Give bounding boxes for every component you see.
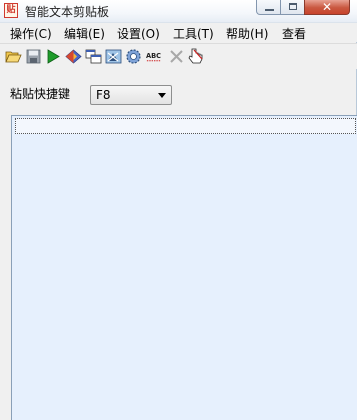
window-title: 智能文本剪贴板 bbox=[25, 5, 110, 19]
chevron-down-icon bbox=[158, 93, 166, 98]
close-button[interactable]: ✕ bbox=[304, 0, 350, 15]
maximize-button[interactable] bbox=[280, 0, 305, 15]
toolbar: ABC bbox=[0, 43, 357, 69]
play-icon bbox=[47, 48, 60, 64]
save-button[interactable] bbox=[24, 47, 42, 65]
hotkey-select[interactable]: F8 bbox=[90, 85, 172, 105]
window-image-icon bbox=[105, 49, 121, 63]
delete-button[interactable] bbox=[167, 47, 185, 65]
minimize-button[interactable] bbox=[256, 0, 281, 15]
run-button[interactable] bbox=[44, 47, 62, 65]
screen-button[interactable] bbox=[104, 47, 122, 65]
menu-tools[interactable]: 工具(T) bbox=[173, 25, 214, 42]
menu-operate[interactable]: 操作(C) bbox=[10, 25, 52, 42]
hotkey-value: F8 bbox=[96, 88, 111, 102]
clip-list[interactable] bbox=[11, 115, 357, 420]
list-item[interactable] bbox=[15, 118, 356, 134]
save-icon bbox=[26, 49, 40, 63]
app-window: 贴 智能文本剪贴板 ✕ 操作(C) 编辑(E) 设置(O) 工具(T) 帮助(H… bbox=[0, 0, 357, 420]
maximize-icon bbox=[289, 3, 297, 10]
svg-text:ABC: ABC bbox=[146, 51, 161, 59]
pointer-button[interactable] bbox=[187, 47, 205, 65]
hotkey-label: 粘贴快捷键 bbox=[10, 87, 71, 101]
title-bar[interactable]: 贴 智能文本剪贴板 ✕ bbox=[0, 0, 357, 23]
menu-view[interactable]: 查看 bbox=[282, 25, 306, 42]
pointer-hand-icon bbox=[188, 48, 202, 63]
app-icon[interactable]: 贴 bbox=[4, 3, 18, 18]
spell-check-icon: ABC bbox=[146, 51, 161, 61]
open-folder-icon bbox=[4, 51, 22, 62]
copy-window-button[interactable] bbox=[84, 47, 102, 65]
copy-windows-icon bbox=[85, 49, 101, 63]
close-icon: ✕ bbox=[322, 0, 333, 14]
menu-edit[interactable]: 编辑(E) bbox=[64, 25, 105, 42]
diamond-button[interactable] bbox=[64, 47, 82, 65]
gear-icon bbox=[125, 48, 141, 64]
menu-bar: 操作(C) 编辑(E) 设置(O) 工具(T) 帮助(H) 查看 bbox=[0, 23, 357, 42]
minimize-icon bbox=[265, 9, 274, 11]
open-button[interactable] bbox=[4, 47, 22, 65]
settings-button[interactable] bbox=[124, 47, 142, 65]
menu-help[interactable]: 帮助(H) bbox=[226, 25, 268, 42]
spellcheck-button[interactable]: ABC bbox=[145, 47, 163, 65]
diamond-icon bbox=[64, 48, 82, 64]
menu-settings[interactable]: 设置(O) bbox=[117, 25, 160, 42]
delete-icon bbox=[169, 49, 183, 63]
